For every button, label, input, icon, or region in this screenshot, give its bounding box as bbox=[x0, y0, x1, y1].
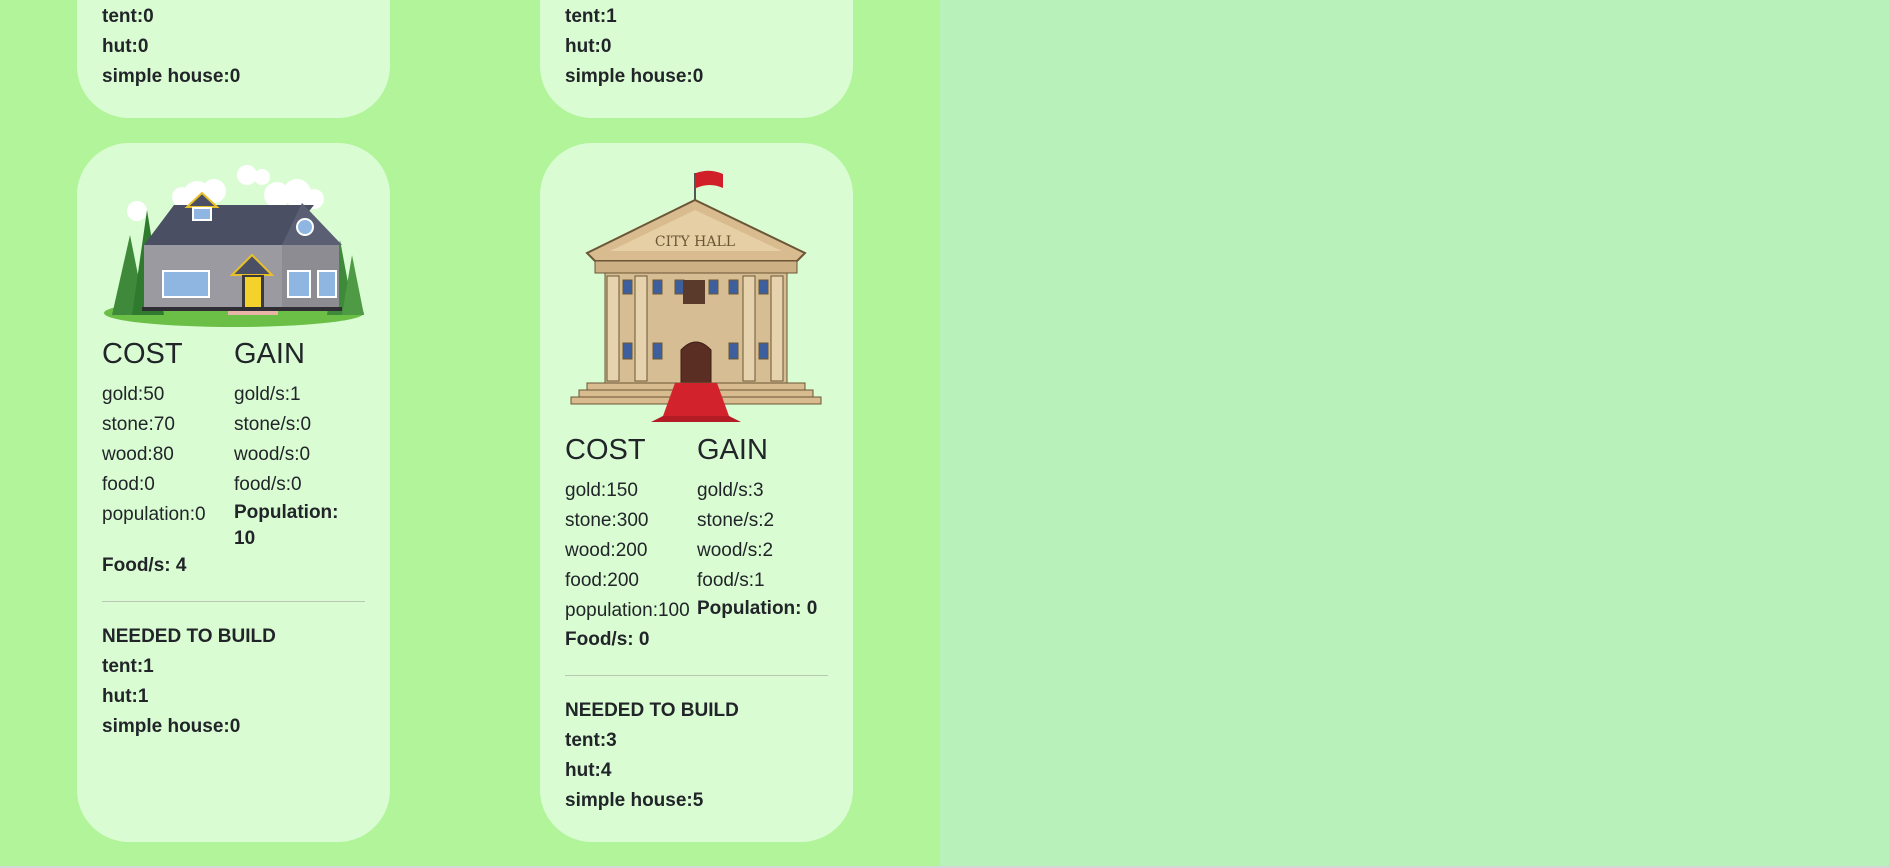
cost-column: COST gold:50 stone:70 wood:80 food:0 pop… bbox=[102, 330, 234, 552]
needed-simple-house: simple house:5 bbox=[565, 790, 704, 811]
requirement-simple-house: simple house:0 bbox=[565, 66, 704, 87]
city-hall-illustration: CITY HALL bbox=[570, 170, 822, 422]
cost-column: COST gold:150 stone:300 wood:200 food:20… bbox=[565, 426, 697, 626]
gain-stone: stone/s:2 bbox=[697, 510, 775, 531]
needed-hut: hut:4 bbox=[565, 760, 612, 781]
house-illustration bbox=[104, 165, 364, 327]
building-card-top-1: tent:0 hut:0 simple house:0 bbox=[77, 0, 390, 118]
gain-title: GAIN bbox=[697, 434, 768, 466]
gain-population: Population: 10 bbox=[234, 502, 339, 549]
building-card-city-hall[interactable]: CITY HALL COST gold:150 stone:300 wood:2… bbox=[540, 143, 853, 842]
cost-title: COST bbox=[565, 434, 646, 466]
requirement-simple-house: simple house:0 bbox=[102, 66, 241, 87]
gain-wood: wood/s:0 bbox=[234, 444, 311, 465]
gain-column: GAIN gold/s:3 stone/s:2 wood/s:2 food/s:… bbox=[697, 426, 827, 626]
needed-tent: tent:1 bbox=[102, 656, 154, 677]
gain-food: food/s:1 bbox=[697, 570, 765, 591]
gain-gold: gold/s:1 bbox=[234, 384, 301, 405]
gain-column: GAIN gold/s:1 stone/s:0 wood/s:0 food/s:… bbox=[234, 330, 364, 552]
building-card-house[interactable]: COST gold:50 stone:70 wood:80 food:0 pop… bbox=[77, 143, 390, 842]
cost-wood: wood:80 bbox=[102, 444, 174, 465]
requirement-hut: hut:0 bbox=[102, 36, 149, 57]
card-divider bbox=[102, 601, 365, 602]
needed-simple-house: simple house:0 bbox=[102, 716, 241, 737]
cost-gain-section: COST gold:150 stone:300 wood:200 food:20… bbox=[565, 426, 828, 626]
gain-stone: stone/s:0 bbox=[234, 414, 312, 435]
food-per-second: Food/s: 4 bbox=[102, 555, 187, 576]
building-card-top-2: tent:1 hut:0 simple house:0 bbox=[540, 0, 853, 118]
needed-to-build-title: NEEDED TO BUILD bbox=[102, 626, 276, 647]
requirement-tent: tent:1 bbox=[565, 6, 617, 27]
cost-population: population:100 bbox=[565, 600, 690, 621]
cost-gain-section: COST gold:50 stone:70 wood:80 food:0 pop… bbox=[102, 330, 365, 552]
cost-food: food:200 bbox=[565, 570, 639, 591]
cost-title: COST bbox=[102, 338, 183, 370]
gain-population: Population: 0 bbox=[697, 598, 818, 619]
requirement-tent: tent:0 bbox=[102, 6, 154, 27]
cost-stone: stone:300 bbox=[565, 510, 649, 531]
cost-gold: gold:150 bbox=[565, 480, 638, 501]
cost-population: population:0 bbox=[102, 504, 206, 525]
needed-hut: hut:1 bbox=[102, 686, 149, 707]
cost-stone: stone:70 bbox=[102, 414, 175, 435]
food-per-second: Food/s: 0 bbox=[565, 629, 650, 650]
gain-gold: gold/s:3 bbox=[697, 480, 764, 501]
needed-to-build-title: NEEDED TO BUILD bbox=[565, 700, 739, 721]
card-divider bbox=[565, 675, 828, 676]
gain-wood: wood/s:2 bbox=[697, 540, 774, 561]
cost-food: food:0 bbox=[102, 474, 155, 495]
cost-wood: wood:200 bbox=[565, 540, 648, 561]
requirement-hut: hut:0 bbox=[565, 36, 612, 57]
svg-text:CITY HALL: CITY HALL bbox=[655, 234, 735, 250]
cost-gold: gold:50 bbox=[102, 384, 165, 405]
gain-title: GAIN bbox=[234, 338, 305, 370]
gain-food: food/s:0 bbox=[234, 474, 302, 495]
needed-tent: tent:3 bbox=[565, 730, 617, 751]
